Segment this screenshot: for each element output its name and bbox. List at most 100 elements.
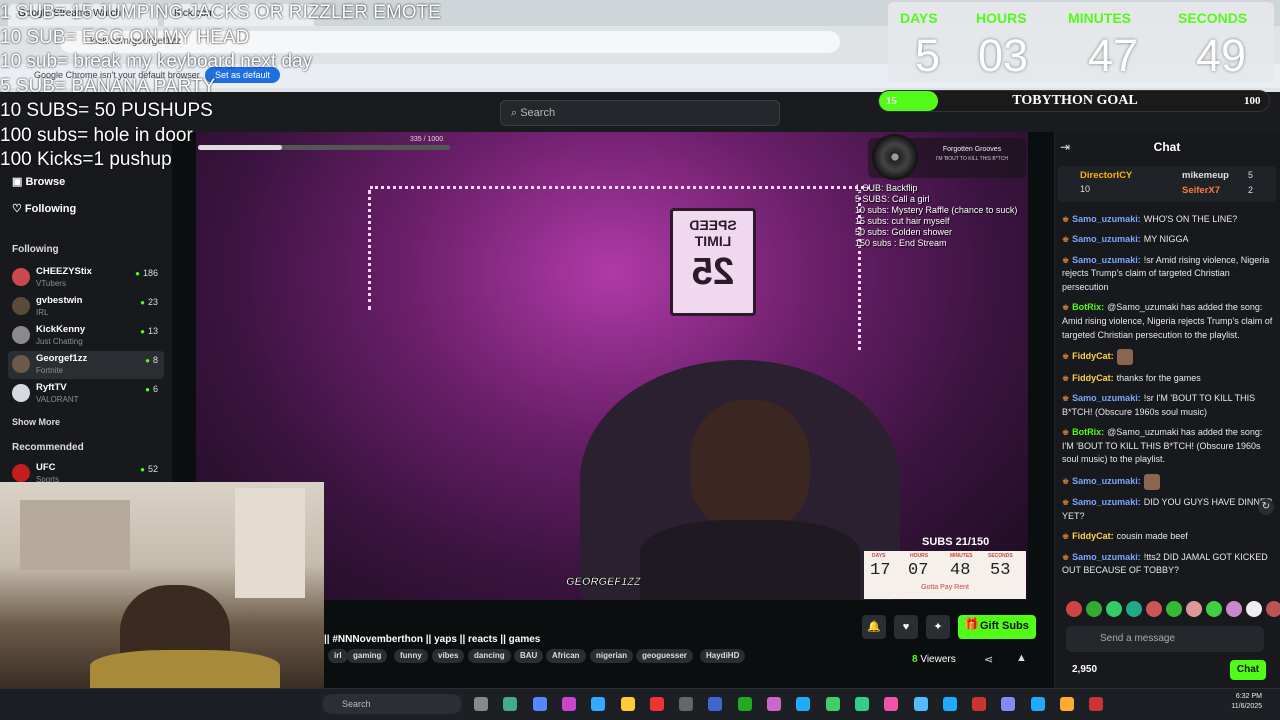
- countdown-label: SECONDS: [1178, 10, 1248, 26]
- countdown-label: MINUTES: [1068, 10, 1131, 26]
- chat-text: MY NIGGA: [1143, 234, 1189, 245]
- taskbar-app-icon[interactable]: [1001, 697, 1016, 711]
- chat-username[interactable]: Samo_uzumaki:: [1072, 255, 1141, 265]
- sidebar-browse-link[interactable]: ▣ Browse: [12, 175, 65, 188]
- sparkle-icon[interactable]: ✦: [926, 615, 950, 639]
- chat-badge-icon: ♚: [1062, 552, 1070, 562]
- scroll-down-icon[interactable]: ↻: [1258, 499, 1274, 515]
- sidebar-item-kickkenny[interactable]: KickKenny Just Chatting 13: [8, 322, 164, 350]
- emote-icon[interactable]: [1246, 601, 1262, 617]
- stream-tag[interactable]: dancing: [468, 649, 511, 663]
- taskbar-app-icon[interactable]: [1030, 697, 1045, 711]
- stream-tag[interactable]: vibes: [432, 649, 465, 663]
- emote-icon[interactable]: [1206, 601, 1222, 617]
- stream-tag[interactable]: HaydiHD: [700, 649, 746, 663]
- stream-tag[interactable]: African: [546, 649, 586, 663]
- background-door: [235, 488, 305, 598]
- taskbar-app-icon[interactable]: [620, 697, 635, 711]
- taskbar-app-icon[interactable]: [825, 697, 840, 711]
- taskbar-app-icon[interactable]: [503, 697, 518, 711]
- notification-bell-icon[interactable]: 🔔: [862, 615, 886, 639]
- emote-icon[interactable]: [1146, 601, 1162, 617]
- sub-goal: 50 subs: Golden shower: [855, 227, 953, 237]
- taskbar-app-icon[interactable]: [708, 697, 723, 711]
- taskbar-app-icon[interactable]: [561, 697, 576, 711]
- taskbar-app-icon[interactable]: [649, 697, 664, 711]
- sidebar-following-link[interactable]: ♡ Following: [12, 202, 76, 215]
- taskbar-app-icon[interactable]: [854, 697, 869, 711]
- chat-text: cousin made beef: [1116, 531, 1188, 542]
- chat-message: ♚ FiddyCat:: [1062, 348, 1274, 365]
- taskbar-app-icon[interactable]: [679, 697, 694, 711]
- countdown-label: HOURS: [976, 10, 1027, 26]
- taskbar-app-icon[interactable]: [532, 697, 547, 711]
- taskbar-app-icon[interactable]: [1089, 697, 1104, 711]
- stream-tag[interactable]: funny: [394, 649, 428, 663]
- chat-username[interactable]: Samo_uzumaki:: [1072, 214, 1141, 224]
- emote-icon[interactable]: [1226, 601, 1242, 617]
- chat-username[interactable]: FiddyCat:: [1072, 531, 1114, 541]
- sidebar-item-ryfttv[interactable]: RyftTV VALORANT 6: [8, 380, 164, 408]
- sidebar-item-gvbestwin[interactable]: gvbestwin IRL 23: [8, 293, 164, 321]
- stream-tag[interactable]: geoguesser: [636, 649, 693, 663]
- emote-icon[interactable]: [1126, 601, 1142, 617]
- now-playing-title: Forgotten Grooves: [942, 146, 1002, 153]
- stream-tag[interactable]: irl: [328, 649, 348, 663]
- chat-username[interactable]: FiddyCat:: [1072, 351, 1114, 361]
- report-icon[interactable]: ▲: [1016, 652, 1027, 664]
- gifter-name[interactable]: SeiferX7: [1182, 185, 1220, 196]
- stream-tag[interactable]: gaming: [347, 649, 388, 663]
- gifter-name[interactable]: DirectorICY: [1080, 170, 1132, 181]
- chat-username[interactable]: Samo_uzumaki:: [1072, 393, 1141, 403]
- share-icon[interactable]: ⋖: [984, 653, 993, 666]
- taskbar-app-icon[interactable]: [942, 697, 957, 711]
- recommended-heading: Recommended: [12, 442, 84, 453]
- sidebar: ▣ Browse ♡ Following Following CHEEZYSti…: [0, 132, 172, 484]
- taskbar-app-icon[interactable]: [796, 697, 811, 711]
- sidebar-item-cheezystix[interactable]: CHEEZYStix VTubers 186: [8, 264, 164, 292]
- chat-message: ♚ FiddyCat: cousin made beef: [1062, 530, 1274, 544]
- overlay-line: 5 SUB= BANANA PARTY: [0, 75, 216, 97]
- led-lights: [368, 190, 374, 310]
- chat-username[interactable]: Samo_uzumaki:: [1072, 476, 1141, 486]
- chat-username[interactable]: FiddyCat:: [1072, 373, 1114, 383]
- follow-heart-icon[interactable]: ♥: [894, 615, 918, 639]
- chat-username[interactable]: Samo_uzumaki:: [1072, 234, 1141, 244]
- taskbar-app-icon[interactable]: [884, 697, 899, 711]
- taskbar-app-icon[interactable]: [474, 697, 488, 711]
- emote-icon[interactable]: [1106, 601, 1122, 617]
- taskbar-app-icon[interactable]: [1060, 697, 1074, 711]
- overlay-line: 100 subs= hole in door: [0, 124, 193, 146]
- kicks-balance[interactable]: 2,950: [1072, 664, 1097, 675]
- taskbar-app-icon[interactable]: [591, 697, 606, 711]
- chat-username[interactable]: Samo_uzumaki:: [1072, 552, 1141, 562]
- stream-tag[interactable]: nigerian: [590, 649, 634, 663]
- send-chat-button[interactable]: Chat: [1230, 660, 1266, 680]
- channel-name: UFC: [36, 462, 56, 473]
- channel-name: CHEEZYStix: [36, 266, 92, 277]
- gifter-name[interactable]: mikemeup: [1182, 170, 1229, 181]
- taskbar-app-icon[interactable]: [767, 697, 781, 711]
- emote-icon[interactable]: [1066, 601, 1082, 617]
- stream-tag[interactable]: BAU: [514, 649, 544, 663]
- show-more-link[interactable]: Show More: [12, 417, 60, 427]
- emote-icon[interactable]: [1086, 601, 1102, 617]
- emote-icon[interactable]: [1166, 601, 1182, 617]
- chat-username[interactable]: BotRix:: [1072, 302, 1104, 312]
- chat-badge-icon: ♚: [1062, 215, 1070, 224]
- chat-username[interactable]: Samo_uzumaki:: [1072, 497, 1141, 507]
- taskbar-app-icon[interactable]: [913, 697, 928, 711]
- emote-icon[interactable]: [1266, 601, 1280, 617]
- system-clock[interactable]: 6:32 PM 11/6/2025: [1222, 692, 1262, 712]
- chat-username[interactable]: BotRix:: [1072, 427, 1104, 437]
- taskbar-app-icon[interactable]: [972, 697, 987, 711]
- search-input[interactable]: ⌕ Search: [500, 100, 780, 126]
- taskbar-search[interactable]: Search: [322, 694, 462, 714]
- viewer-count: 6: [145, 384, 158, 394]
- chat-input[interactable]: Send a message: [1066, 626, 1264, 652]
- sidebar-item-georgef1zz[interactable]: Georgef1zz Fortnite 8: [8, 351, 164, 379]
- taskbar-app-icon[interactable]: [737, 697, 752, 711]
- countdown-hours: 03: [978, 30, 1029, 81]
- emote-icon[interactable]: [1186, 601, 1202, 617]
- channel-category: IRL: [36, 308, 49, 317]
